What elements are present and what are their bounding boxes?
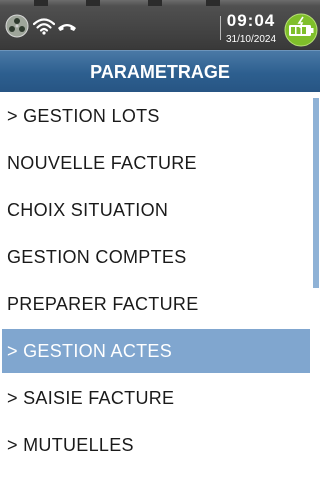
battery-charging-icon xyxy=(284,13,318,47)
menu-item-saisie-facture[interactable]: > SAISIE FACTURE xyxy=(2,376,310,420)
wifi-icon xyxy=(33,18,55,35)
status-bar-notch xyxy=(34,0,48,6)
status-divider xyxy=(220,16,221,40)
header-bar: PARAMETRAGE xyxy=(0,50,320,92)
date: 31/10/2024 xyxy=(225,34,277,45)
menu-list: > GESTION LOTS NOUVELLE FACTURE CHOIX SI… xyxy=(0,92,312,480)
menu-item-gestion-actes[interactable]: > GESTION ACTES xyxy=(2,329,310,373)
status-bar-notch xyxy=(206,0,220,6)
page-title: PARAMETRAGE xyxy=(90,62,230,82)
menu-item-nouvelle-facture[interactable]: NOUVELLE FACTURE xyxy=(2,141,310,185)
scrollbar[interactable] xyxy=(313,98,319,288)
menu-item-choix-situation[interactable]: CHOIX SITUATION xyxy=(2,188,310,232)
menu-item-mutuelles[interactable]: > MUTUELLES xyxy=(2,423,310,467)
signal-icon xyxy=(5,14,29,38)
status-bar: 09:04 31/10/2024 xyxy=(0,0,320,50)
menu-item-gestion-comptes[interactable]: GESTION COMPTES xyxy=(2,235,310,279)
menu-item-gestion-lots[interactable]: > GESTION LOTS xyxy=(2,94,310,138)
status-bar-notch xyxy=(86,0,100,6)
menu-item-preparer-facture[interactable]: PREPARER FACTURE xyxy=(2,282,310,326)
clock: 09:04 xyxy=(226,11,276,30)
phone-hangup-icon xyxy=(58,24,76,31)
screen: 09:04 31/10/2024 PARAMETRAGE > GESTION L… xyxy=(0,0,320,480)
status-bar-notch xyxy=(148,0,162,6)
